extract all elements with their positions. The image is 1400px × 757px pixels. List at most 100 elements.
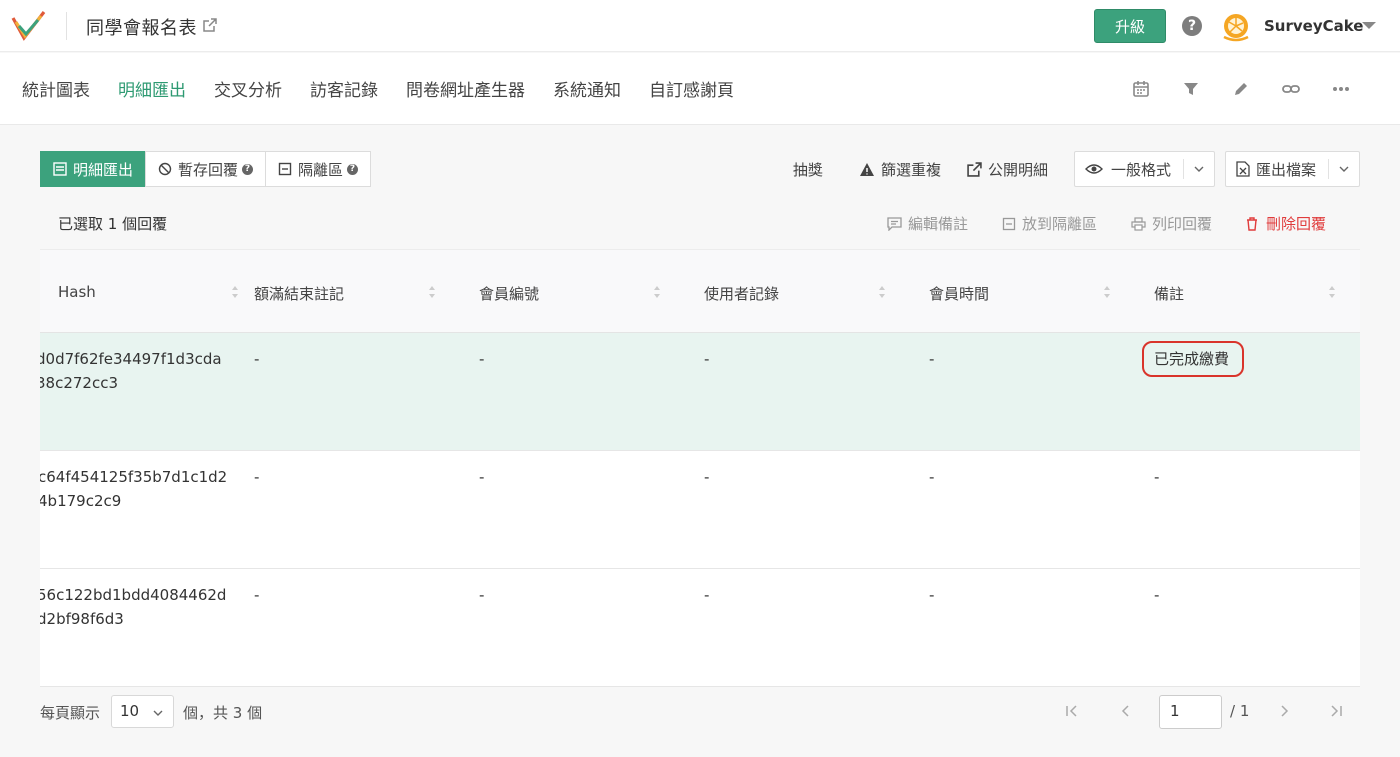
external-link-icon[interactable]	[203, 18, 217, 32]
nav-tab[interactable]: 交叉分析	[214, 76, 282, 101]
move-to-isolation-button[interactable]: 放到隔離區	[1002, 213, 1097, 234]
nav-tab[interactable]: 自訂感謝頁	[649, 76, 734, 101]
print-label: 列印回覆	[1151, 215, 1212, 233]
edit-note-label: 編輯備註	[907, 215, 968, 233]
bulk-actions: 編輯備註 放到隔離區 列印回覆 刪除回覆	[853, 213, 1326, 234]
more-icon[interactable]	[1316, 77, 1366, 101]
table-header: Hash 額滿結束註記 會員編號 使用者記錄 會員時間 備註	[40, 249, 1360, 333]
username[interactable]: SurveyCake	[1264, 17, 1364, 35]
sort-icon[interactable]	[653, 285, 661, 299]
format-label: 一般格式	[1110, 160, 1171, 179]
hash-cell: c64f454125f35b7d1c1d2 4b179c2c9	[40, 465, 230, 513]
member-time-cell: -	[929, 350, 935, 368]
public-detail-button[interactable]: 公開明細	[967, 159, 1048, 180]
first-page-icon[interactable]	[1065, 704, 1079, 718]
hash-line: 38c272cc3	[40, 374, 119, 392]
help-icon[interactable]: ?	[1182, 16, 1202, 36]
last-page-icon[interactable]	[1329, 704, 1343, 718]
delete-label: 刪除回覆	[1265, 215, 1326, 233]
question-icon[interactable]: ?	[242, 163, 254, 175]
sort-icon[interactable]	[231, 285, 239, 299]
pencil-icon[interactable]	[1216, 77, 1266, 101]
user-record-cell: -	[704, 586, 710, 604]
segment-isolation[interactable]: 隔離區 ?	[265, 151, 372, 187]
column-header-member-time[interactable]: 會員時間	[929, 283, 989, 304]
print-reply-button[interactable]: 列印回覆	[1131, 213, 1212, 234]
warning-icon	[859, 162, 874, 176]
full-note-cell: -	[254, 586, 260, 604]
hash-line: d2bf98f6d3	[40, 610, 124, 628]
export-file-dropdown[interactable]: 匯出檔案	[1224, 151, 1360, 187]
user-menu-caret-icon[interactable]	[1362, 22, 1376, 29]
eye-icon	[1084, 164, 1103, 174]
question-icon[interactable]: ?	[347, 163, 359, 175]
column-header-note[interactable]: 備註	[1154, 283, 1184, 304]
lottery-button[interactable]: 抽獎	[793, 159, 823, 180]
segment-detail-export[interactable]: 明細匯出	[40, 151, 147, 187]
per-page-value: 10	[120, 702, 140, 720]
note-cell[interactable]: -	[1154, 583, 1159, 607]
view-segment-group: 明細匯出 暫存回覆 ? 隔離區 ?	[40, 151, 372, 187]
column-header-hash[interactable]: Hash	[58, 283, 96, 301]
page-number-input[interactable]: 1	[1159, 695, 1222, 729]
member-id-cell: -	[479, 350, 485, 368]
total-pages-label: / 1	[1230, 702, 1250, 720]
upgrade-button[interactable]: 升級	[1094, 9, 1166, 43]
chevron-down-icon	[1194, 166, 1204, 172]
sort-icon[interactable]	[428, 285, 436, 299]
hash-line: 4b179c2c9	[40, 492, 122, 510]
total-count-label: 個，共 3 個	[183, 704, 263, 722]
nav-tab[interactable]: 明細匯出	[118, 76, 186, 101]
member-id-cell: -	[479, 468, 485, 486]
user-record-cell: -	[704, 468, 710, 486]
list-icon	[53, 162, 67, 176]
sort-icon[interactable]	[1328, 285, 1336, 299]
filter-icon[interactable]	[1166, 77, 1216, 101]
segment-label: 隔離區	[298, 160, 344, 179]
public-detail-label: 公開明細	[987, 160, 1048, 179]
surveycake-logo-icon[interactable]	[10, 8, 48, 44]
comment-icon	[887, 216, 902, 231]
nav-tab[interactable]: 系統通知	[553, 76, 621, 101]
minus-box-icon	[278, 162, 292, 176]
segment-drafts[interactable]: 暫存回覆 ?	[145, 151, 267, 187]
member-time-cell: -	[929, 468, 935, 486]
nav-tab[interactable]: 訪客記錄	[310, 76, 378, 101]
nav-tabs: 統計圖表 明細匯出 交叉分析 訪客記錄 問卷網址產生器 系統通知 自訂感謝頁	[22, 76, 762, 101]
note-cell[interactable]: -	[1154, 465, 1159, 489]
filter-duplicates-button[interactable]: 篩選重複	[859, 159, 941, 180]
table-row[interactable]: 56c122bd1bdd4084462d d2bf98f6d3 - - - - …	[40, 569, 1360, 687]
column-header-user-record[interactable]: 使用者記錄	[704, 283, 779, 304]
hash-cell: d0d7f62fe34497f1d3cda 38c272cc3	[40, 347, 230, 395]
format-dropdown[interactable]: 一般格式	[1073, 151, 1215, 187]
full-note-cell: -	[254, 468, 260, 486]
trash-icon	[1246, 216, 1257, 231]
link-icon[interactable]	[1266, 77, 1316, 101]
delete-reply-button[interactable]: 刪除回覆	[1246, 213, 1326, 234]
sort-icon[interactable]	[878, 285, 886, 299]
hash-line: d0d7f62fe34497f1d3cda	[40, 350, 222, 368]
sort-icon[interactable]	[1103, 285, 1111, 299]
chevron-down-icon	[153, 710, 163, 716]
member-id-cell: -	[479, 586, 485, 604]
table-row[interactable]: c64f454125f35b7d1c1d2 4b179c2c9 - - - - …	[40, 451, 1360, 569]
nav-tab[interactable]: 問卷網址產生器	[406, 76, 525, 101]
segment-label: 明細匯出	[73, 160, 134, 179]
minus-box-icon	[1002, 217, 1016, 230]
column-header-full-note[interactable]: 額滿結束註記	[254, 283, 344, 304]
next-page-icon[interactable]	[1277, 704, 1291, 718]
nav-bar: 統計圖表 明細匯出 交叉分析 訪客記錄 問卷網址產生器 系統通知 自訂感謝頁	[0, 53, 1400, 125]
nav-tab[interactable]: 統計圖表	[22, 76, 90, 101]
table-row[interactable]: d0d7f62fe34497f1d3cda 38c272cc3 - - - - …	[40, 333, 1360, 451]
previous-page-icon[interactable]	[1119, 704, 1133, 718]
segment-label: 暫存回覆	[178, 160, 239, 179]
per-page-select[interactable]: 10	[111, 695, 174, 728]
edit-note-button[interactable]: 編輯備註	[887, 213, 968, 234]
user-avatar[interactable]	[1220, 11, 1252, 43]
responses-table: Hash 額滿結束註記 會員編號 使用者記錄 會員時間 備註 d0d7f62fe…	[40, 249, 1360, 687]
full-note-cell: -	[254, 350, 260, 368]
user-record-cell: -	[704, 350, 710, 368]
column-header-member-id[interactable]: 會員編號	[479, 283, 539, 304]
lottery-label: 抽獎	[792, 160, 823, 179]
calendar-icon[interactable]	[1116, 77, 1166, 101]
